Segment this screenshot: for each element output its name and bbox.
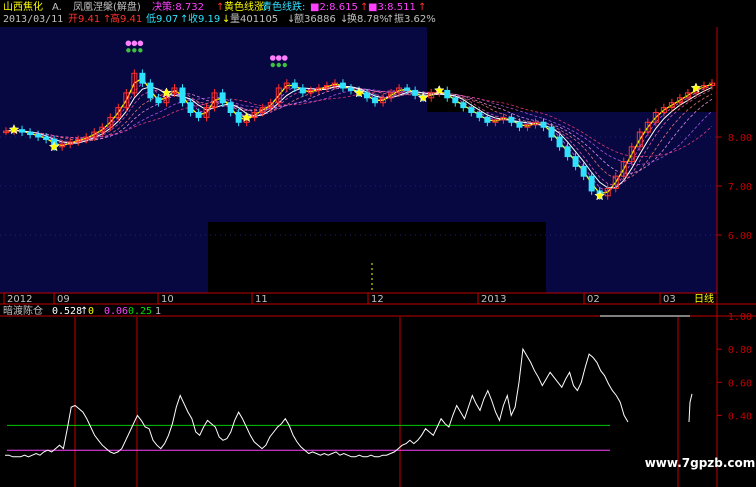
candle-body bbox=[147, 82, 154, 99]
candle-body bbox=[404, 87, 411, 91]
indicator-line bbox=[5, 347, 629, 458]
price-tick-label: 8.00 bbox=[728, 133, 752, 144]
candle-body bbox=[339, 82, 346, 89]
candle-body bbox=[588, 175, 595, 192]
quote-volume: 量401105 bbox=[230, 13, 278, 25]
candle-body bbox=[580, 165, 587, 177]
x-tick-label: 11 bbox=[255, 294, 268, 305]
x-tick-label: 12 bbox=[371, 294, 384, 305]
candle-body bbox=[299, 87, 306, 94]
buy-flag-icon bbox=[138, 48, 143, 53]
buy-flag-icon bbox=[137, 40, 144, 47]
candle-body bbox=[364, 92, 371, 99]
x-tick-label: 02 bbox=[587, 294, 600, 305]
lower-value-4: 0.25 bbox=[128, 306, 152, 317]
stock-chart-window: 6.00 7.00 8.00 2012 09 10 11 12 2013 02 03 0.40 0.… bbox=[0, 0, 756, 487]
x-tick-label: 10 bbox=[161, 294, 174, 305]
candle-body bbox=[540, 121, 547, 128]
x-tick-label: 09 bbox=[57, 294, 70, 305]
candle-body bbox=[508, 116, 515, 123]
candle-body bbox=[219, 92, 226, 104]
buy-flag-icon bbox=[275, 55, 282, 61]
indicator-y-ticks: 0.40 0.60 0.80 1.00 bbox=[717, 312, 752, 422]
indicator-name[interactable]: 凤凰涅槃(解盘) bbox=[73, 0, 141, 13]
quote-close: 收9.19 bbox=[188, 12, 220, 25]
candle-body bbox=[227, 102, 234, 113]
quote-high: 高9.41 bbox=[110, 12, 142, 25]
candle-body bbox=[155, 97, 162, 104]
candle-body bbox=[291, 82, 298, 89]
buy-flag-icon bbox=[282, 62, 287, 68]
x-tick-label: 03 bbox=[663, 294, 676, 305]
buy-flag-icon bbox=[125, 40, 132, 47]
candle-body bbox=[468, 107, 475, 113]
x-tick-label: 2013 bbox=[481, 294, 506, 305]
up-arrow-icon: ↑ bbox=[418, 2, 426, 13]
buy-flag-icon bbox=[269, 55, 276, 61]
buy-flag-icon bbox=[281, 55, 288, 61]
buy-flag-icon bbox=[131, 40, 138, 47]
candle-body bbox=[372, 97, 379, 104]
candle-body bbox=[452, 97, 459, 104]
indicator-tick-label: 0.60 bbox=[728, 378, 752, 389]
candle-body bbox=[476, 112, 483, 118]
candle-body bbox=[412, 89, 419, 96]
chart-canvas[interactable]: 6.007.008.00 2012 09 10 11 12 2013 02 03 0.400.… bbox=[0, 0, 756, 487]
candle-body bbox=[179, 87, 186, 104]
candle-body bbox=[548, 126, 555, 138]
lower-value-2: 0 bbox=[88, 306, 94, 317]
price-tick-label: 7.00 bbox=[728, 182, 752, 193]
candle-body bbox=[556, 136, 563, 148]
buy-flag-icon bbox=[132, 48, 137, 53]
market-mark: A. bbox=[52, 2, 62, 13]
candle-body bbox=[564, 146, 571, 158]
indicator-tick-label: 1.00 bbox=[728, 312, 752, 323]
indicator-tick-label: 0.80 bbox=[728, 345, 752, 356]
lower-value-1: 0.528 bbox=[52, 306, 82, 317]
quote-low: 低9.07 bbox=[146, 12, 178, 25]
candle-body bbox=[43, 136, 50, 140]
quote-amplitude: 振3.62% bbox=[394, 12, 436, 25]
quote-date: 2013/03/11 bbox=[3, 14, 63, 25]
indicator-lines bbox=[5, 315, 693, 487]
candle-body bbox=[27, 131, 34, 136]
lower-value-5: 1 bbox=[155, 306, 161, 317]
indicator-line-tail bbox=[688, 393, 693, 423]
candle-body bbox=[460, 102, 467, 109]
quote-open: 开9.41 bbox=[68, 14, 100, 25]
occlusion-box bbox=[208, 222, 546, 294]
candle-body bbox=[195, 112, 202, 118]
candle-body bbox=[572, 156, 579, 167]
stock-name: 山西焦化 bbox=[3, 0, 43, 13]
candle-body bbox=[187, 102, 194, 113]
buy-flag-icon bbox=[276, 62, 281, 68]
candle-body bbox=[19, 129, 26, 133]
buy-flag-icon bbox=[126, 48, 131, 53]
candle-body bbox=[235, 112, 242, 123]
lower-indicator-name[interactable]: 暗渡陈仓 bbox=[3, 304, 43, 317]
buy-flag-icon bbox=[270, 62, 275, 68]
candle-body bbox=[484, 116, 491, 123]
candle-body bbox=[516, 121, 523, 128]
yellow-line-label: 黄色线涨: bbox=[224, 0, 267, 13]
price-tick-label: 6.00 bbox=[728, 231, 752, 242]
watermark: www.7gpzb.com bbox=[645, 456, 756, 470]
lower-value-3: 0.06 bbox=[104, 306, 128, 317]
candle-body bbox=[35, 134, 42, 138]
indicator-tick-label: 0.40 bbox=[728, 411, 752, 422]
m2-value: ■2:8.615 bbox=[310, 2, 358, 13]
candle-body bbox=[347, 87, 354, 91]
m3-value: ■3:8.511 bbox=[368, 2, 416, 13]
candle-body bbox=[139, 72, 146, 84]
candle-body bbox=[444, 89, 451, 99]
quote-amount: 额36886 bbox=[294, 12, 336, 25]
quote-turnover: 换8.78% bbox=[347, 12, 389, 25]
x-tick-label: 2012 bbox=[7, 294, 32, 305]
period-label[interactable]: 日线 bbox=[694, 292, 714, 305]
cyan-line-label: 青色线跌: bbox=[262, 0, 305, 13]
decision-value: 决策:8.732 bbox=[152, 0, 204, 13]
